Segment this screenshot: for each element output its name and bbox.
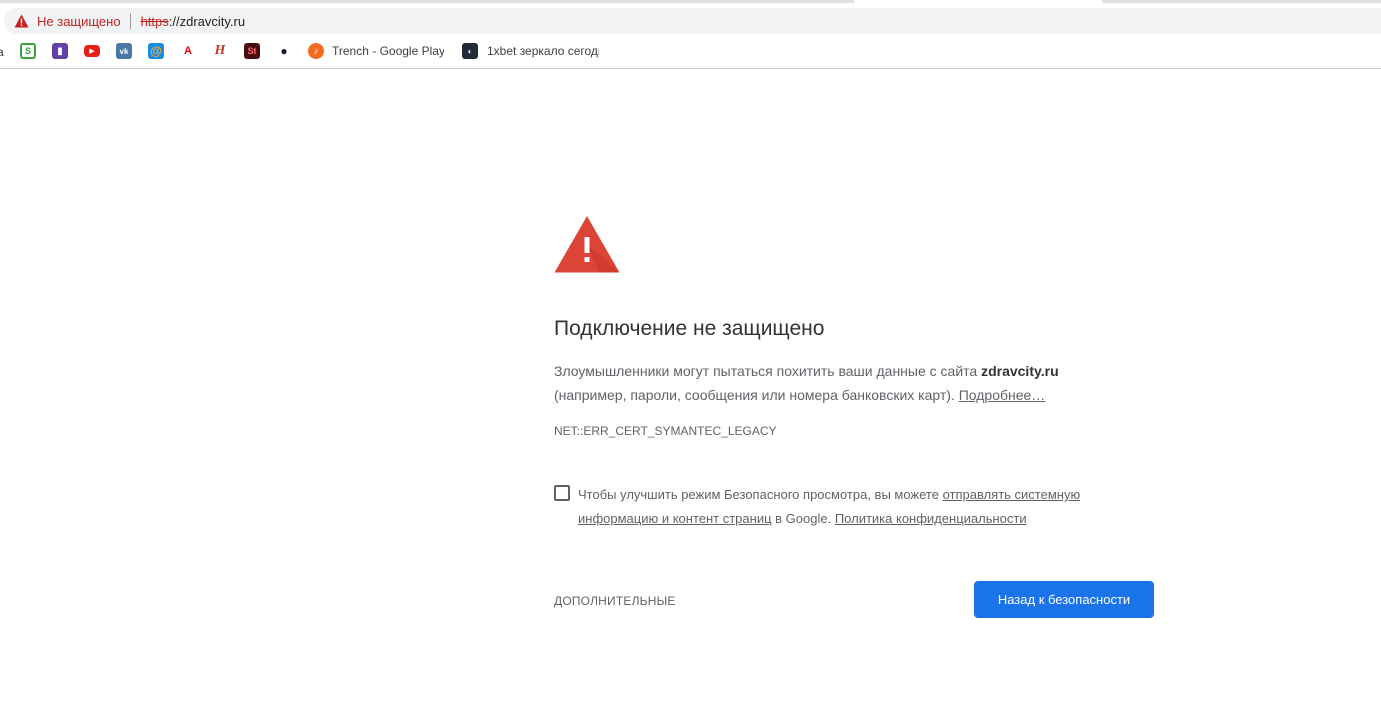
- optin-text-2: в Google.: [771, 511, 835, 526]
- tab-strip-segment: [1102, 0, 1381, 3]
- optin-text: Чтобы улучшить режим Безопасного просмот…: [578, 483, 1098, 531]
- warning-icon[interactable]: [14, 14, 29, 28]
- xbet-icon[interactable]: ◐: [462, 43, 478, 59]
- address-bar-row: Не защищено https://zdravcity.ru: [0, 6, 1381, 36]
- url-scheme: https: [140, 13, 169, 29]
- safe-browsing-checkbox[interactable]: [554, 485, 570, 501]
- url-text[interactable]: https://zdravcity.ru: [141, 14, 246, 29]
- trench-icon[interactable]: ♪: [308, 43, 324, 59]
- page-title: Подключение не защищено: [554, 317, 825, 340]
- youtube-icon[interactable]: ▶: [84, 45, 100, 57]
- bookmarks-bar: а S ▮ ▶ vk @ A Н St ● ♪ Trench - Google …: [0, 38, 1381, 69]
- learn-more-link[interactable]: Подробнее…: [959, 387, 1046, 403]
- back-to-safety-button[interactable]: Назад к безопасности: [974, 581, 1154, 618]
- bookmark-green-s-icon[interactable]: S: [20, 43, 36, 59]
- alien-icon[interactable]: ●: [276, 43, 292, 59]
- advanced-button[interactable]: ДОПОЛНИТЕЛЬНЫЕ: [554, 594, 676, 608]
- privacy-policy-link[interactable]: Политика конфиденциальности: [835, 511, 1027, 526]
- not-secure-label[interactable]: Не защищено: [37, 14, 121, 29]
- twitch-icon[interactable]: ▮: [52, 43, 68, 59]
- desc-text-1: Злоумышленники могут пытаться похитить в…: [554, 363, 982, 379]
- mail-ru-icon[interactable]: @: [148, 43, 164, 59]
- error-description: Злоумышленники могут пытаться похитить в…: [554, 359, 1154, 407]
- omnibox-divider: [129, 13, 131, 29]
- site-name: zdravcity.ru: [981, 363, 1059, 379]
- desc-text-2: (например, пароли, сообщения или номера …: [554, 387, 959, 403]
- vk-icon[interactable]: vk: [116, 43, 132, 59]
- bookmark-st-icon[interactable]: St: [244, 43, 260, 59]
- address-bar[interactable]: Не защищено https://zdravcity.ru: [4, 8, 1381, 34]
- tab-strip-segment: [0, 0, 854, 3]
- bookmark-h-icon[interactable]: Н: [212, 43, 228, 59]
- warning-triangle-icon: [554, 216, 620, 273]
- bookmark-a-icon[interactable]: A: [180, 43, 196, 59]
- url-host: ://zdravcity.ru: [168, 13, 246, 29]
- error-code: NET::ERR_CERT_SYMANTEC_LEGACY: [554, 424, 777, 438]
- bookmark-trench-label[interactable]: Trench - Google Play: [332, 44, 444, 58]
- bookmark-cut-label[interactable]: а: [0, 45, 4, 59]
- bookmark-xbet-label[interactable]: 1xbet зеркало сегодн: [487, 44, 599, 58]
- optin-text-1: Чтобы улучшить режим Безопасного просмот…: [578, 487, 943, 502]
